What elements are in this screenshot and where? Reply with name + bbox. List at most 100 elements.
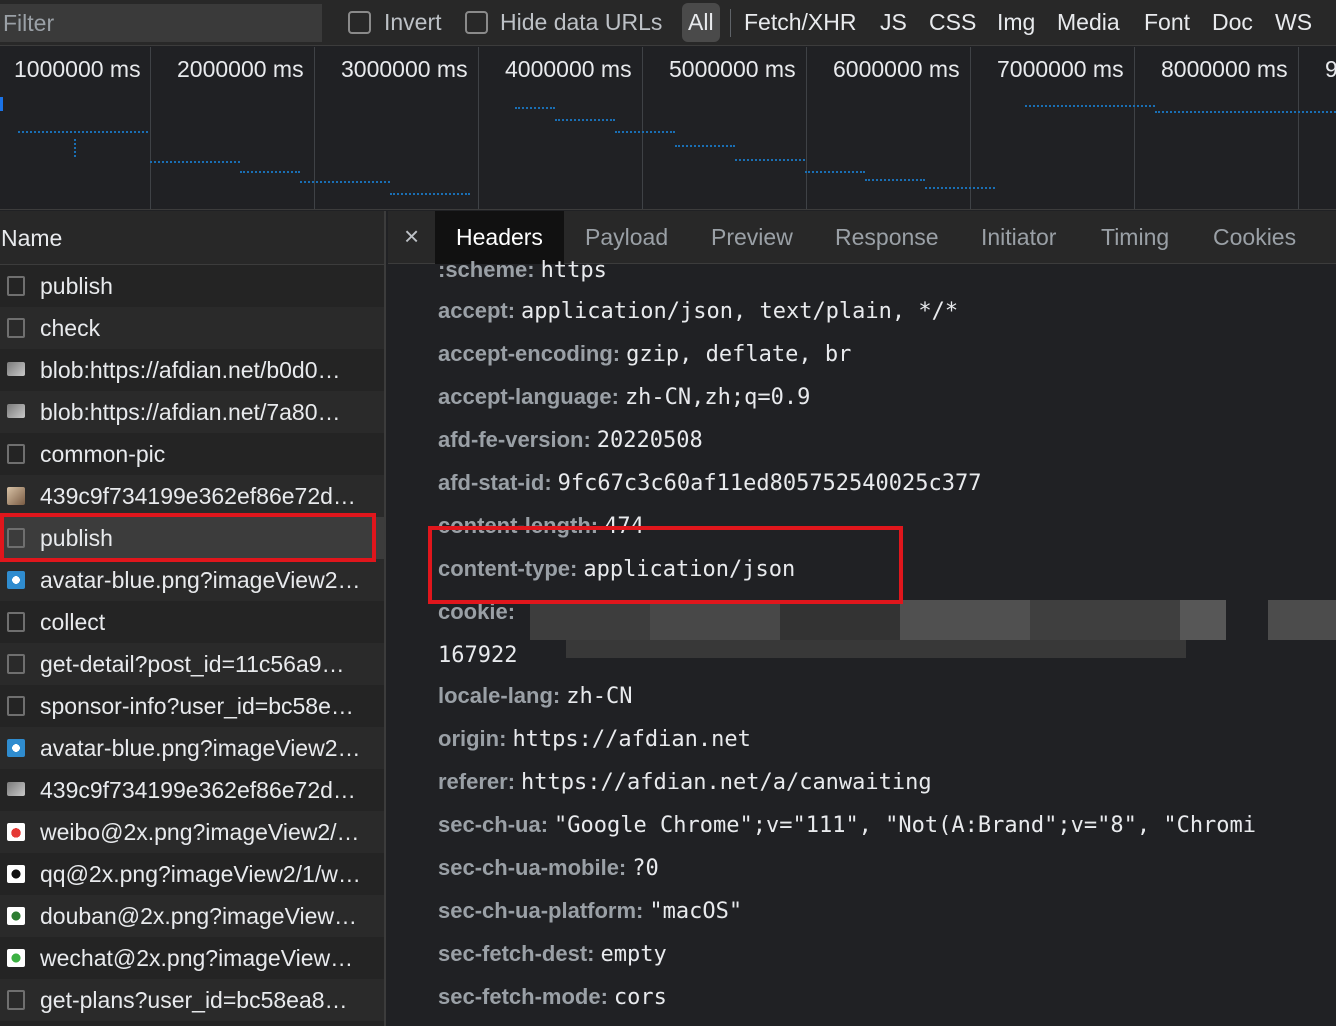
type-filter-doc[interactable]: Doc: [1212, 9, 1253, 36]
header-name: sec-fetch-mode:: [438, 984, 608, 1009]
request-row[interactable]: avatar-blue.png?imageView2…: [0, 727, 384, 769]
request-row[interactable]: avatar-blue.png?imageView2…: [0, 559, 384, 601]
request-name: douban@2x.png?imageView…: [40, 903, 358, 929]
waterfall-bar: [735, 159, 805, 161]
tick-label: 4000000 ms: [505, 56, 632, 82]
request-row[interactable]: 439c9f734199e362ef86e72d…: [0, 769, 384, 811]
type-filter-media[interactable]: Media: [1057, 9, 1120, 36]
redacted-block: [1030, 600, 1180, 640]
request-name: collect: [40, 609, 106, 635]
header-value: https: [540, 258, 607, 283]
waterfall-bar: [615, 131, 675, 133]
header-value: 167922: [438, 643, 518, 668]
tab-response[interactable]: Response: [835, 211, 939, 264]
request-row[interactable]: blob:https://afdian.net/7a80…: [0, 391, 384, 433]
filter-input[interactable]: [0, 4, 322, 42]
header-row: accept: application/json, text/plain, */*: [438, 298, 958, 324]
waterfall-bar: [805, 171, 865, 173]
request-row[interactable]: publish: [0, 517, 384, 559]
type-filter-font[interactable]: Font: [1144, 9, 1190, 36]
header-row: sec-ch-ua-mobile: ?0: [438, 855, 659, 881]
header-row: accept-language: zh-CN,zh;q=0.9: [438, 384, 810, 410]
request-row[interactable]: get-plans?user_id=bc58ea8…: [0, 979, 384, 1021]
name-column-header[interactable]: Name: [0, 211, 384, 265]
invert-checkbox[interactable]: [348, 11, 371, 34]
header-row: sec-ch-ua: "Google Chrome";v="111", "Not(…: [438, 812, 1256, 838]
request-row[interactable]: weibo@2x.png?imageView2/…: [0, 811, 384, 853]
request-row[interactable]: get-detail?post_id=11c56a9…: [0, 643, 384, 685]
image-thumbnail-icon: [7, 782, 25, 796]
tab-preview[interactable]: Preview: [711, 211, 793, 264]
request-row[interactable]: sponsor-info?user_id=bc58e…: [0, 685, 384, 727]
checkbox-icon: [7, 696, 25, 716]
header-name: accept:: [438, 298, 516, 323]
request-detail-panel: × Headers Payload Preview Response Initi…: [388, 211, 1336, 1026]
header-row: content-type: application/json: [438, 556, 795, 582]
request-row[interactable]: check: [0, 307, 384, 349]
tab-timing[interactable]: Timing: [1101, 211, 1169, 264]
request-row[interactable]: qq@2x.png?imageView2/1/w…: [0, 853, 384, 895]
header-name: locale-lang:: [438, 683, 561, 708]
header-row: content-length: 474: [438, 513, 644, 539]
request-name: 439c9f734199e362ef86e72d…: [40, 483, 356, 509]
invert-label[interactable]: Invert: [384, 9, 442, 36]
waterfall-bar: [0, 97, 3, 111]
header-value: "Google Chrome";v="111", "Not(A:Brand";v…: [554, 813, 1257, 838]
request-name: publish: [40, 273, 113, 299]
request-row[interactable]: douban@2x.png?imageView…: [0, 895, 384, 937]
type-filter-js[interactable]: JS: [880, 9, 907, 36]
hide-data-urls-checkbox[interactable]: [465, 11, 488, 34]
request-name: avatar-blue.png?imageView2…: [40, 567, 361, 593]
tick-label: 5000000 ms: [669, 56, 796, 82]
close-icon[interactable]: ×: [404, 221, 419, 252]
waterfall-bar: [18, 131, 148, 133]
waterfall-bar: [555, 119, 615, 121]
tick-label: 3000000 ms: [341, 56, 468, 82]
request-name: 439c9f734199e362ef86e72d…: [40, 777, 356, 803]
waterfall-bar: [300, 181, 390, 183]
type-filter-img[interactable]: Img: [997, 9, 1035, 36]
type-filter-ws[interactable]: WS: [1275, 9, 1312, 36]
request-row[interactable]: 439c9f734199e362ef86e72d…: [0, 475, 384, 517]
redacted-block: [530, 600, 650, 640]
request-name: sponsor-info?user_id=bc58e…: [40, 693, 354, 719]
type-filter-fetch-xhr[interactable]: Fetch/XHR: [744, 9, 856, 36]
request-row[interactable]: publish: [0, 265, 384, 307]
image-thumbnail-icon: [7, 739, 25, 757]
tab-initiator[interactable]: Initiator: [981, 211, 1056, 264]
tick-label: 9: [1325, 56, 1336, 83]
waterfall-bar: [1025, 105, 1155, 107]
header-name: origin:: [438, 726, 507, 751]
request-name: blob:https://afdian.net/7a80…: [40, 399, 341, 425]
request-row[interactable]: wechat@2x.png?imageView…: [0, 937, 384, 979]
header-row: 167922: [438, 642, 517, 668]
header-name: cookie:: [438, 599, 516, 624]
image-thumbnail-icon: [7, 571, 25, 589]
tab-cookies[interactable]: Cookies: [1213, 211, 1296, 264]
header-value: 474: [604, 514, 644, 539]
image-thumbnail-icon: [7, 487, 25, 505]
header-value: application/json: [583, 557, 796, 582]
type-filter-all[interactable]: All: [682, 3, 720, 42]
hide-data-urls-label[interactable]: Hide data URLs: [500, 9, 662, 36]
image-thumbnail-icon: [7, 949, 25, 967]
header-value: ?0: [632, 856, 659, 881]
request-row[interactable]: collect: [0, 601, 384, 643]
waterfall-bar: [515, 107, 555, 109]
request-name: check: [40, 315, 101, 341]
checkbox-icon: [7, 276, 25, 296]
type-filter-css[interactable]: CSS: [929, 9, 976, 36]
request-name: get-plans?user_id=bc58ea8…: [40, 987, 348, 1013]
header-name: :scheme:: [438, 257, 535, 282]
header-value: gzip, deflate, br: [626, 342, 852, 367]
request-row[interactable]: common-pic: [0, 433, 384, 475]
header-row: afd-stat-id: 9fc67c3c60af11ed805752540025…: [438, 470, 982, 496]
header-value: "macOS": [649, 899, 743, 924]
timeline-overview[interactable]: 1000000 ms 2000000 ms 3000000 ms 4000000…: [0, 47, 1336, 210]
request-row[interactable]: blob:https://afdian.net/b0d0…: [0, 349, 384, 391]
redacted-block: [900, 600, 1030, 640]
image-thumbnail-icon: [7, 362, 25, 376]
request-name: common-pic: [40, 441, 166, 467]
header-value: https://afdian.net/a/canwaiting: [521, 770, 932, 795]
checkbox-icon: [7, 990, 25, 1010]
